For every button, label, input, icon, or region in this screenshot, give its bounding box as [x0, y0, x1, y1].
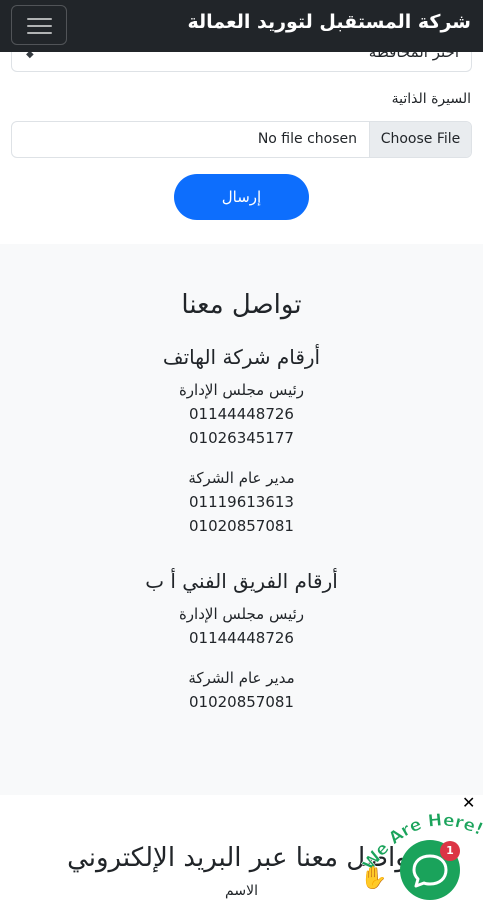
cv-file-input[interactable]: No file chosen Choose File — [11, 121, 472, 158]
phone-number[interactable]: 01144448726 — [0, 629, 483, 647]
waving-hand-icon: ✋ — [360, 866, 388, 891]
contact-section: تواصل معنا أرقام شركة الهاتف رئيس مجلس ا… — [0, 244, 483, 795]
notification-badge: 1 — [440, 841, 460, 861]
brand-title[interactable]: شركة المستقبل لتوريد العمالة — [187, 11, 471, 33]
cv-label: السيرة الذاتية — [391, 91, 471, 107]
choose-file-button[interactable]: Choose File — [369, 122, 471, 157]
navbar: شركة المستقبل لتوريد العمالة — [0, 0, 483, 52]
person-role: مدير عام الشركة — [188, 469, 295, 487]
person-role: رئيس مجلس الإدارة — [178, 605, 305, 623]
phone-number[interactable]: 01026345177 — [0, 429, 483, 447]
hamburger-icon-line — [27, 25, 52, 27]
hamburger-icon-line — [27, 32, 52, 34]
phone-number[interactable]: 01020857081 — [0, 693, 483, 711]
phone-number[interactable]: 01020857081 — [0, 517, 483, 535]
person-role: رئيس مجلس الإدارة — [178, 381, 305, 399]
chevron-down-icon: ◆ — [26, 52, 34, 60]
phone-number[interactable]: 01144448726 — [0, 405, 483, 423]
group-heading: أرقام شركة الهاتف — [162, 345, 321, 369]
governorate-select[interactable]: اختر المحافظة ◆ — [11, 52, 472, 72]
governorate-select-value: اختر المحافظة — [368, 52, 459, 61]
person-role: مدير عام الشركة — [188, 669, 295, 687]
phone-number[interactable]: 01119613613 — [0, 493, 483, 511]
hamburger-icon — [27, 18, 52, 20]
menu-toggle-button[interactable] — [11, 5, 67, 45]
contact-title: تواصل معنا — [181, 290, 302, 320]
group-heading: أرقام الفريق الفني أ ب — [145, 569, 338, 593]
file-status-text: No file chosen — [257, 131, 357, 147]
submit-button[interactable]: إرسال — [174, 174, 309, 220]
